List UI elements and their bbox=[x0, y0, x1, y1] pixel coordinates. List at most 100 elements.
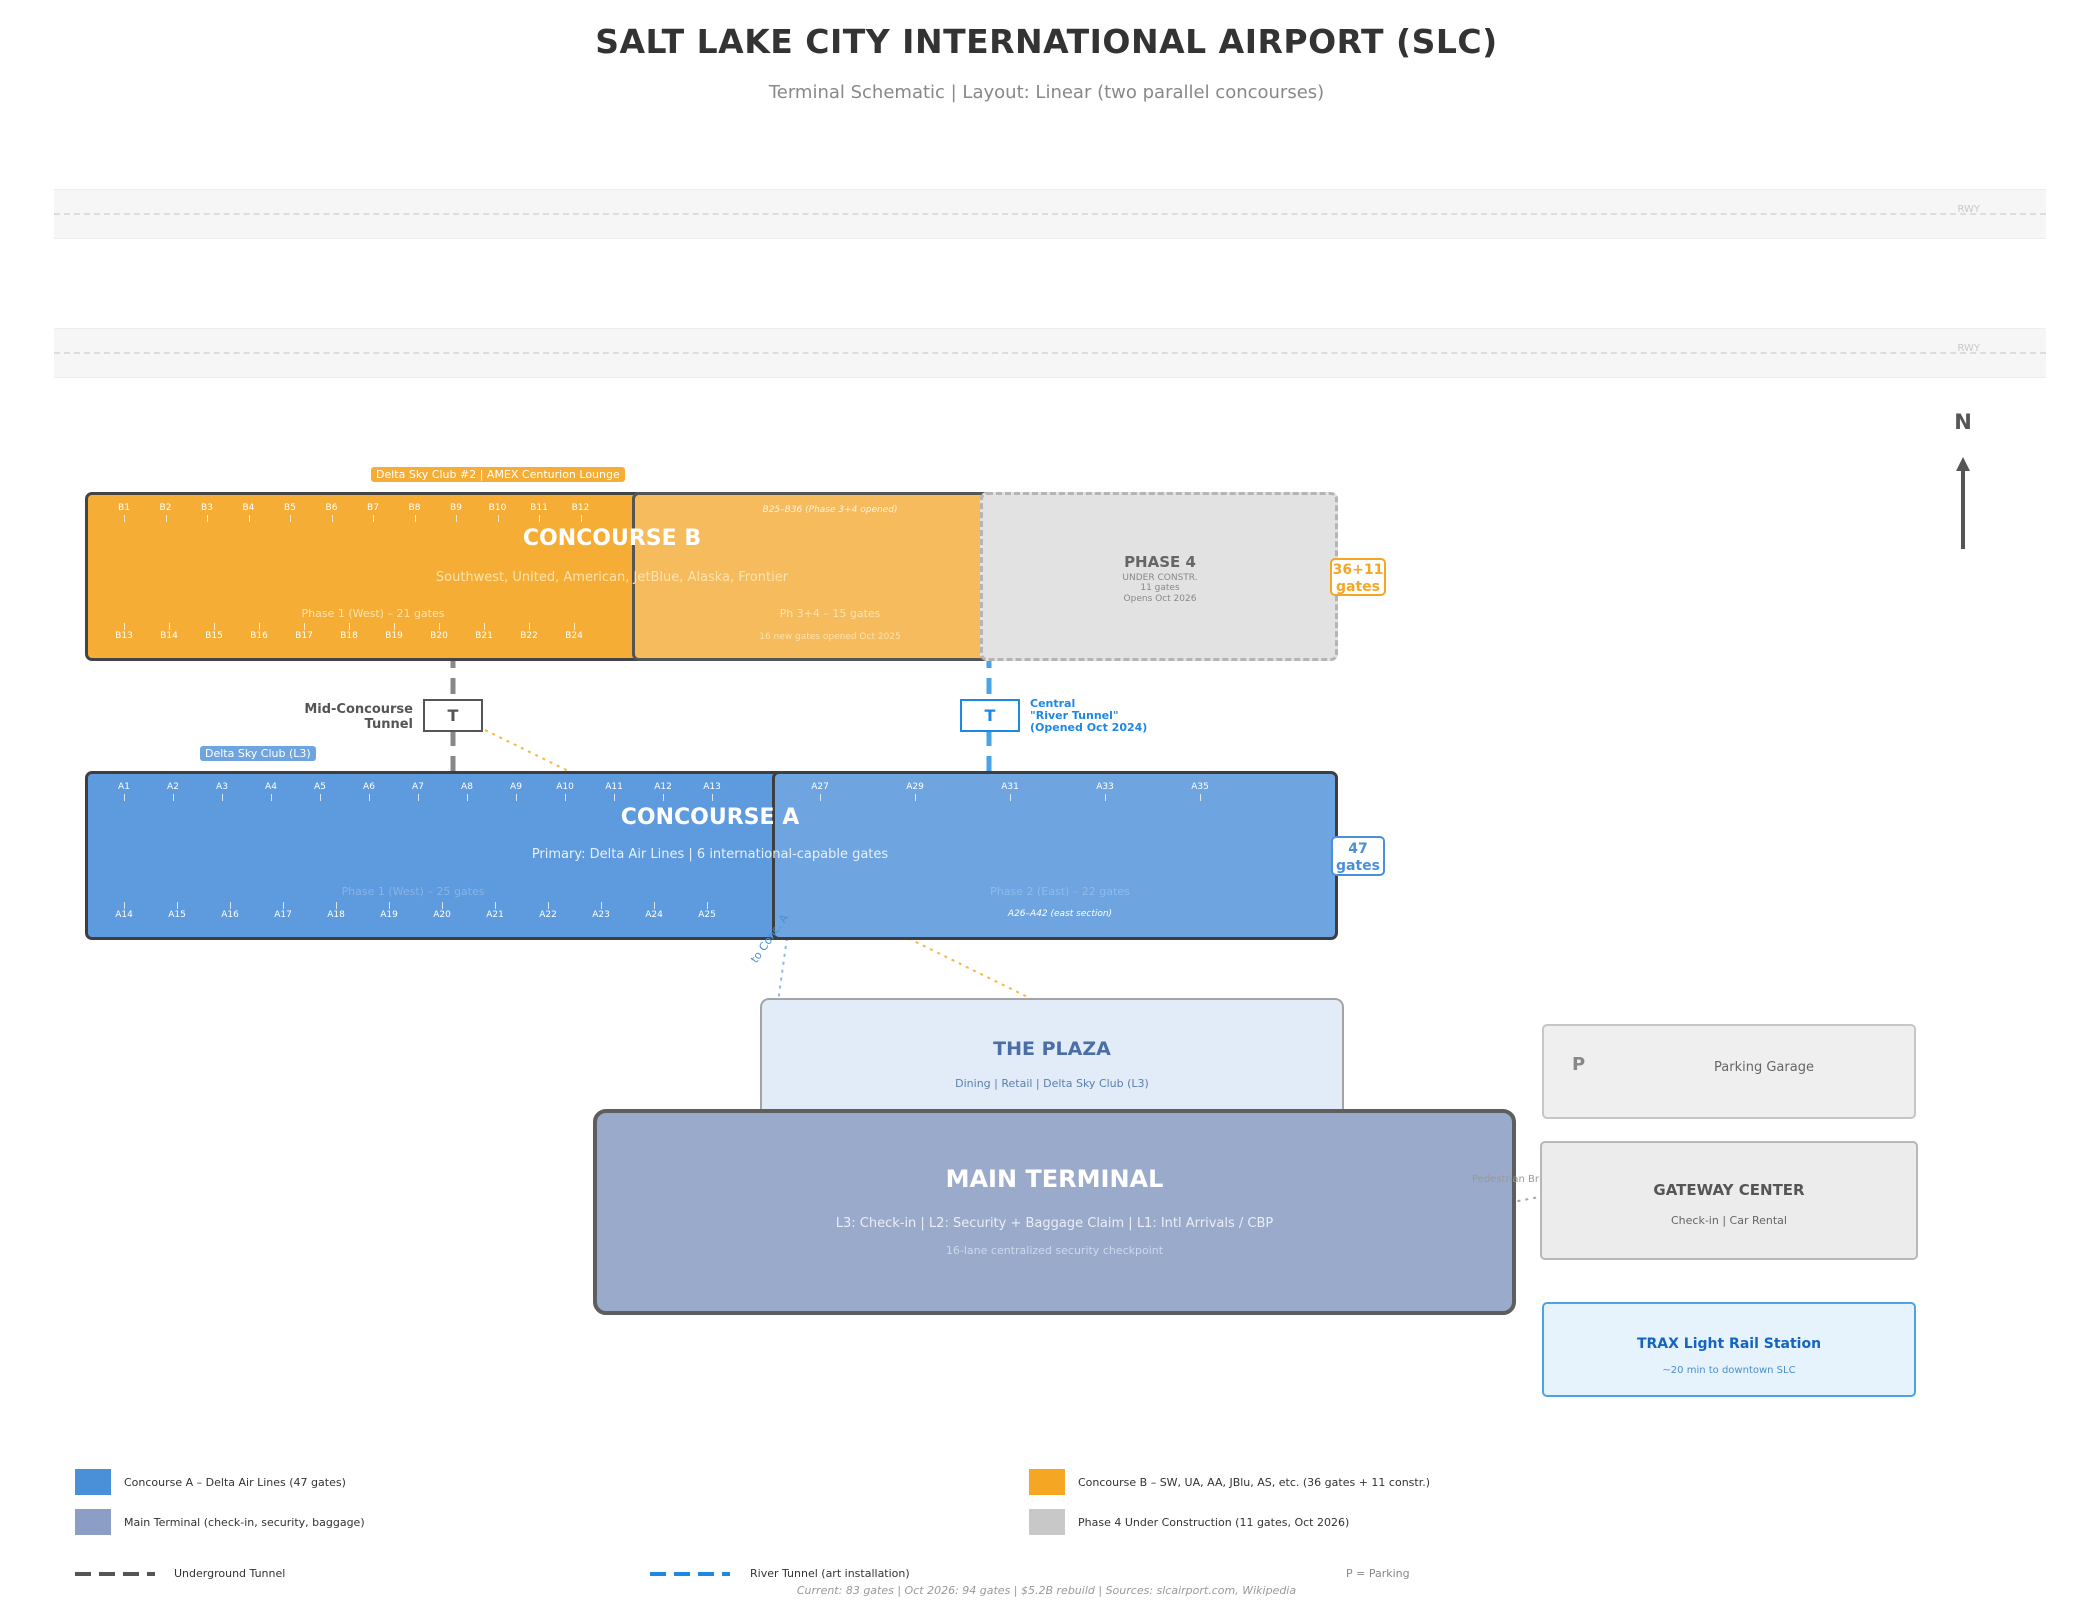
concourse-a-title: CONCOURSE A bbox=[620, 805, 800, 830]
footer-note: Current: 83 gates | Oct 2026: 94 gates |… bbox=[796, 1584, 1297, 1597]
gate-label: A24 bbox=[645, 910, 663, 920]
gateway-center[interactable]: GATEWAY CENTER Check-in | Car Rental bbox=[1540, 1141, 1918, 1260]
gate-marker bbox=[259, 623, 260, 630]
legend-river: River Tunnel (art installation) bbox=[750, 1567, 910, 1580]
gate-label: B5 bbox=[284, 503, 296, 513]
gate-marker bbox=[336, 902, 337, 909]
legend-swatch-concourse-a bbox=[75, 1469, 111, 1495]
gate-label: A6 bbox=[363, 782, 375, 792]
gate-label: B8 bbox=[408, 503, 421, 513]
legend-phase4: Phase 4 Under Construction (11 gates, Oc… bbox=[1078, 1516, 1350, 1529]
gate-marker bbox=[124, 794, 125, 801]
gate-label: B24 bbox=[565, 631, 583, 641]
legend-tunnel: Underground Tunnel bbox=[174, 1567, 286, 1580]
mid-tunnel-icon[interactable]: T bbox=[423, 699, 483, 732]
gate-marker bbox=[1200, 794, 1201, 801]
gate-marker bbox=[442, 902, 443, 909]
gate-label: B10 bbox=[488, 503, 507, 513]
legend-swatch-phase4 bbox=[1029, 1509, 1065, 1535]
gate-marker bbox=[271, 794, 272, 801]
parking-label: Parking Garage bbox=[1714, 1060, 1814, 1075]
gate-label: A29 bbox=[906, 782, 924, 792]
legend-swatch-main-terminal bbox=[75, 1509, 111, 1535]
gate-marker bbox=[467, 794, 468, 801]
phase4-title: PHASE 4 bbox=[1124, 553, 1196, 571]
gate-marker bbox=[389, 902, 390, 909]
main-terminal-levels: L3: Check-in | L2: Security + Baggage Cl… bbox=[835, 1216, 1274, 1231]
gate-label: A35 bbox=[1191, 782, 1209, 792]
gate-marker bbox=[1105, 794, 1106, 801]
gate-label: B1 bbox=[118, 503, 130, 513]
concourse-b-phase34-range: B25–B36 (Phase 3+4 opened) bbox=[762, 505, 898, 515]
gate-label: A25 bbox=[698, 910, 716, 920]
main-terminal[interactable]: MAIN TERMINAL L3: Check-in | L2: Securit… bbox=[593, 1109, 1516, 1315]
concourse-b-title: CONCOURSE B bbox=[522, 526, 702, 551]
gate-marker bbox=[394, 623, 395, 630]
gate-marker bbox=[349, 623, 350, 630]
gate-label: A21 bbox=[486, 910, 504, 920]
river-tunnel-label: Central "River Tunnel" (Opened Oct 2024) bbox=[1030, 697, 1148, 734]
legend-swatch-concourse-b bbox=[1029, 1469, 1065, 1495]
concourse-a-primary: Primary: Delta Air Lines | 6 internation… bbox=[531, 847, 889, 862]
gate-marker bbox=[601, 902, 602, 909]
gateway-title: GATEWAY CENTER bbox=[1653, 1181, 1805, 1199]
gate-marker bbox=[165, 515, 167, 522]
gate-label: A9 bbox=[510, 782, 522, 792]
gate-label: B15 bbox=[205, 631, 223, 641]
gate-label: B20 bbox=[430, 631, 448, 641]
parking-icon: P bbox=[1572, 1054, 1586, 1075]
concourse-b-airlines: Southwest, United, American, JetBlue, Al… bbox=[435, 570, 789, 585]
gate-label: B19 bbox=[385, 631, 403, 641]
gate-marker bbox=[1010, 794, 1011, 801]
gate-marker bbox=[439, 623, 440, 630]
gate-marker bbox=[290, 515, 291, 522]
gate-marker bbox=[248, 515, 250, 522]
gate-marker bbox=[663, 794, 664, 801]
gate-marker bbox=[230, 902, 231, 909]
gate-label: A27 bbox=[811, 782, 829, 792]
gate-label: A10 bbox=[556, 782, 574, 792]
concourse-a-east-note: A26–A42 (east section) bbox=[1007, 909, 1113, 919]
gate-marker bbox=[124, 902, 125, 909]
trax-station[interactable]: TRAX Light Rail Station ~20 min to downt… bbox=[1542, 1302, 1916, 1397]
gate-label: A5 bbox=[314, 782, 326, 792]
legend-tunnel-line-icon bbox=[75, 1572, 155, 1576]
gate-label: B11 bbox=[530, 503, 548, 513]
gate-marker bbox=[820, 794, 821, 801]
gate-marker bbox=[124, 623, 125, 630]
gate-label: B14 bbox=[160, 631, 178, 641]
gate-marker bbox=[707, 902, 708, 909]
gate-label: B12 bbox=[571, 503, 590, 513]
plaza-detail: Dining | Retail | Delta Sky Club (L3) bbox=[955, 1077, 1149, 1090]
concourse-a-gate-count-badge: 47 gates bbox=[1331, 836, 1385, 876]
gate-label: A15 bbox=[168, 910, 186, 920]
the-plaza[interactable]: THE PLAZA Dining | Retail | Delta Sky Cl… bbox=[760, 998, 1344, 1124]
gate-marker bbox=[173, 794, 174, 801]
concourse-b-phase1-label: Phase 1 (West) – 21 gates bbox=[301, 607, 445, 620]
gate-label: B21 bbox=[475, 631, 493, 641]
gate-label: A20 bbox=[433, 910, 451, 920]
legend-concourse-a: Concourse A – Delta Air Lines (47 gates) bbox=[124, 1476, 346, 1489]
trax-detail: ~20 min to downtown SLC bbox=[1662, 1365, 1796, 1376]
mid-tunnel-label: Mid-Concourse Tunnel bbox=[304, 702, 413, 732]
concourse-b-club-tag: Delta Sky Club #2 | AMEX Centurion Loung… bbox=[371, 467, 625, 482]
gate-label: A11 bbox=[605, 782, 623, 792]
gate-marker bbox=[207, 515, 208, 522]
plaza-title: THE PLAZA bbox=[993, 1038, 1111, 1060]
gate-marker bbox=[712, 794, 713, 801]
gate-marker bbox=[654, 902, 655, 909]
gate-marker bbox=[548, 902, 549, 909]
gate-label: A17 bbox=[274, 910, 292, 920]
parking-garage[interactable]: P Parking Garage bbox=[1542, 1024, 1916, 1119]
gate-label: A12 bbox=[654, 782, 672, 792]
river-tunnel-icon[interactable]: T bbox=[960, 699, 1020, 732]
gate-label: A4 bbox=[265, 782, 277, 792]
concourse-b-phase34-label: Ph 3+4 – 15 gates bbox=[779, 607, 881, 620]
legend-main-terminal: Main Terminal (check-in, security, bagga… bbox=[124, 1516, 365, 1529]
gate-marker bbox=[283, 902, 284, 909]
concourse-a-club-tag: Delta Sky Club (L3) bbox=[200, 746, 316, 761]
gate-marker bbox=[495, 902, 496, 909]
gate-marker bbox=[529, 623, 530, 630]
concourse-a-phase1-label: Phase 1 (West) – 25 gates bbox=[341, 885, 485, 898]
gate-label: A2 bbox=[167, 782, 179, 792]
